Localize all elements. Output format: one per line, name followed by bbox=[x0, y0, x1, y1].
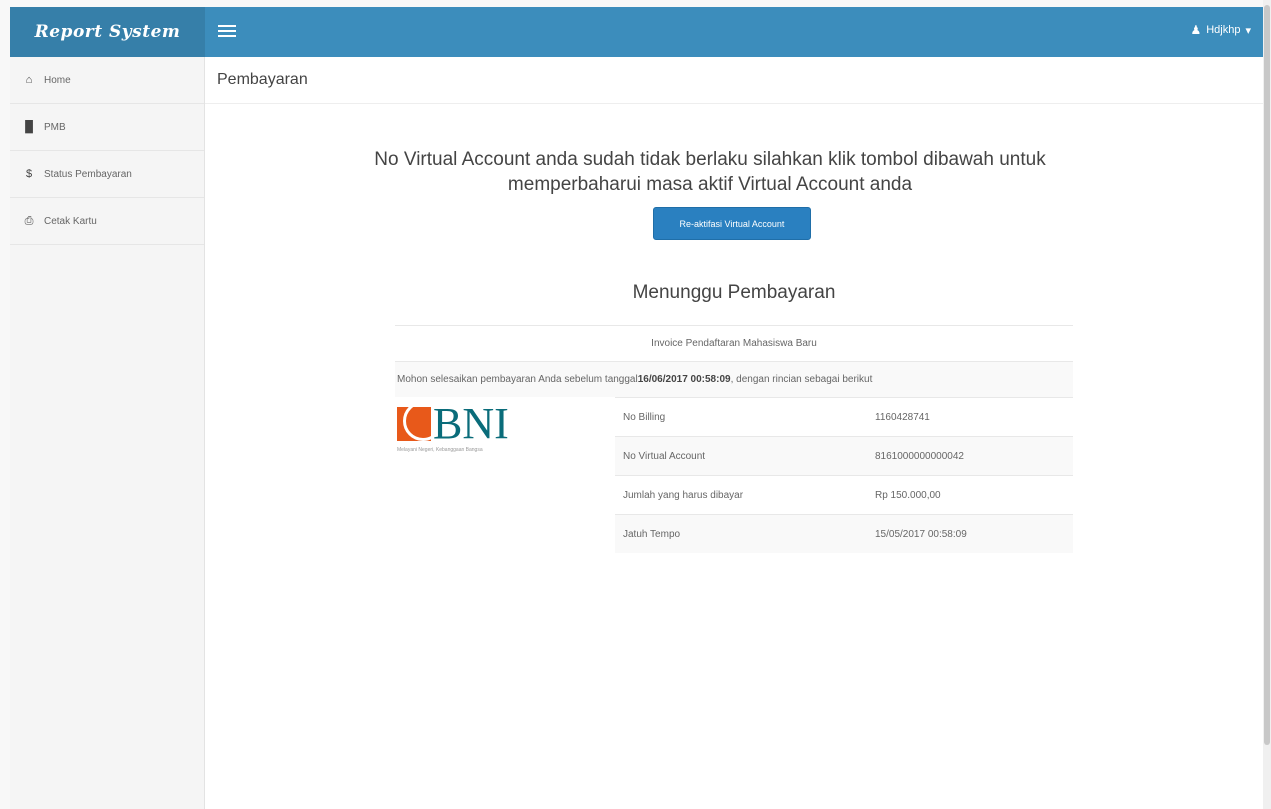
table-row: No Virtual Account 8161000000000042 bbox=[615, 436, 1073, 475]
expired-notice: No Virtual Account anda sudah tidak berl… bbox=[374, 149, 1046, 195]
sidebar-item-label: Home bbox=[44, 74, 71, 86]
payment-details: BNI Melayani Negeri, Kebanggaan Bangsa N… bbox=[395, 397, 1073, 553]
detail-label: Jumlah yang harus dibayar bbox=[623, 489, 744, 501]
deadline-date: 16/06/2017 00:58:09 bbox=[637, 374, 731, 385]
table-row: No Billing 1160428741 bbox=[615, 397, 1073, 436]
brand-logo[interactable]: Report System bbox=[10, 7, 205, 57]
bni-tagline: Melayani Negeri, Kebanggaan Bangsa bbox=[397, 447, 483, 453]
scrollbar-thumb[interactable] bbox=[1264, 5, 1270, 745]
page-title: Pembayaran bbox=[205, 57, 1263, 104]
detail-label: Jatuh Tempo bbox=[623, 528, 681, 540]
invoice-title-row: Invoice Pendaftaran Mahasiswa Baru bbox=[395, 325, 1073, 361]
detail-value: 1160428741 bbox=[875, 411, 930, 423]
barcode-icon: █ bbox=[25, 121, 33, 133]
home-icon: ⌂ bbox=[25, 74, 33, 86]
sidebar: ⌂ Home █ PMB $ Status Pembayaran ⎙ Cetak… bbox=[10, 57, 205, 809]
detail-value: Rp 150.000,00 bbox=[875, 489, 941, 501]
invoice-title: Invoice Pendaftaran Mahasiswa Baru bbox=[651, 338, 817, 349]
user-menu[interactable]: ♟ Hdjkhp ▾ bbox=[1190, 23, 1251, 37]
top-navbar: Report System ♟ Hdjkhp ▾ bbox=[10, 7, 1263, 57]
detail-value: 8161000000000042 bbox=[875, 450, 964, 462]
sidebar-item-home[interactable]: ⌂ Home bbox=[10, 57, 204, 104]
user-icon: ♟ bbox=[1190, 23, 1202, 37]
sidebar-item-cetak-kartu[interactable]: ⎙ Cetak Kartu bbox=[10, 198, 204, 245]
detail-value: 15/05/2017 00:58:09 bbox=[875, 528, 967, 540]
sidebar-item-status-pembayaran[interactable]: $ Status Pembayaran bbox=[10, 151, 204, 198]
main-content: Pembayaran No Virtual Account anda sudah… bbox=[205, 57, 1263, 809]
bni-mark-icon bbox=[397, 407, 431, 441]
instruction-suffix: , dengan rincian sebagai berikut bbox=[730, 374, 873, 385]
detail-label: No Virtual Account bbox=[623, 450, 706, 462]
invoice-table: Invoice Pendaftaran Mahasiswa Baru Mohon… bbox=[395, 325, 1073, 553]
bni-logo-text: BNI bbox=[433, 399, 509, 448]
dollar-icon: $ bbox=[25, 168, 33, 180]
page-scrollbar[interactable] bbox=[1263, 0, 1271, 809]
sidebar-item-label: Status Pembayaran bbox=[44, 168, 132, 180]
detail-label: No Billing bbox=[623, 411, 666, 423]
bni-logo: BNI Melayani Negeri, Kebanggaan Bangsa bbox=[397, 399, 537, 453]
menu-toggle-icon[interactable] bbox=[218, 22, 236, 40]
caret-down-icon: ▾ bbox=[1245, 24, 1251, 37]
instruction-row: Mohon selesaikan pembayaran Anda sebelum… bbox=[395, 361, 1073, 397]
print-icon: ⎙ bbox=[24, 214, 34, 227]
details-table: No Billing 1160428741 No Virtual Account… bbox=[615, 397, 1073, 553]
sidebar-item-label: Cetak Kartu bbox=[44, 215, 97, 227]
bank-logo-cell: BNI Melayani Negeri, Kebanggaan Bangsa bbox=[395, 397, 615, 553]
user-name: Hdjkhp bbox=[1206, 24, 1241, 36]
table-row: Jumlah yang harus dibayar Rp 150.000,00 bbox=[615, 475, 1073, 514]
instruction-prefix: Mohon selesaikan pembayaran Anda sebelum… bbox=[397, 374, 638, 385]
reactivate-va-button[interactable]: Re-aktifasi Virtual Account bbox=[653, 207, 811, 240]
table-row: Jatuh Tempo 15/05/2017 00:58:09 bbox=[615, 514, 1073, 553]
sidebar-item-pmb[interactable]: █ PMB bbox=[10, 104, 204, 151]
waiting-title: Menunggu Pembayaran bbox=[632, 282, 836, 303]
sidebar-item-label: PMB bbox=[44, 121, 66, 133]
